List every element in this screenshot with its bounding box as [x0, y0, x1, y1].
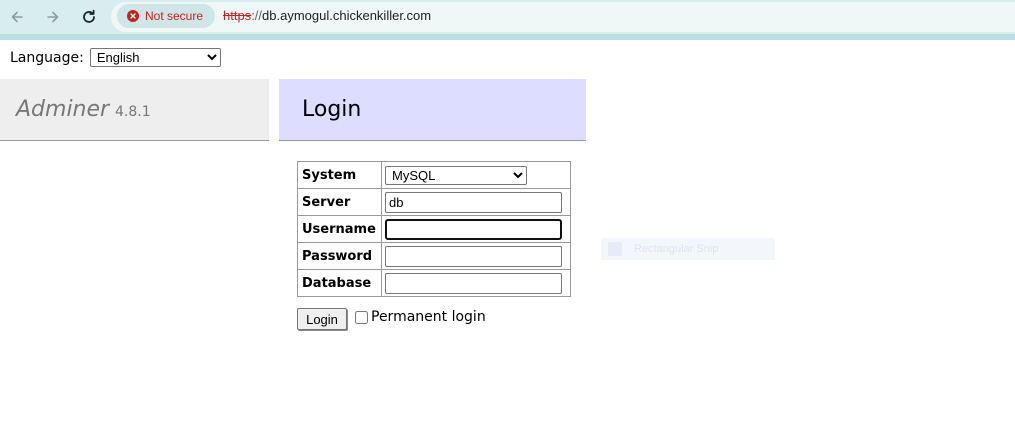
- database-label: Database: [297, 269, 382, 297]
- page-header: Login: [279, 79, 586, 141]
- login-button[interactable]: Login: [297, 308, 347, 330]
- url-scheme: https: [223, 8, 252, 23]
- reload-icon: [83, 9, 95, 23]
- url-text[interactable]: https://db.aymogul.chickenkiller.com: [223, 8, 431, 23]
- toolbar-divider: [0, 34, 1015, 40]
- password-label: Password: [297, 242, 382, 270]
- language-row: Language: English: [10, 48, 221, 67]
- username-label: Username: [297, 215, 382, 243]
- page-title: Login: [302, 97, 362, 122]
- table-row: Password: [297, 242, 571, 270]
- table-row: Database: [297, 269, 571, 297]
- server-input[interactable]: [385, 191, 562, 213]
- permanent-login-option[interactable]: Permanent login: [355, 309, 486, 325]
- language-label: Language:: [10, 49, 84, 66]
- forward-button[interactable]: [41, 5, 65, 29]
- login-form-table: System MySQL Server Username Password Da…: [297, 161, 571, 297]
- snip-tooltip-text: Rectangular Snip: [634, 243, 719, 255]
- url-separator: ://: [251, 8, 263, 23]
- database-cell: [381, 269, 571, 297]
- system-cell: MySQL: [381, 161, 571, 189]
- app-name[interactable]: Adminer: [16, 97, 109, 122]
- username-cell: [381, 215, 571, 243]
- app-version[interactable]: 4.8.1: [115, 104, 151, 120]
- permanent-login-label[interactable]: Permanent login: [371, 309, 486, 325]
- arrow-left-icon: [11, 11, 23, 23]
- password-cell: [381, 242, 571, 270]
- arrow-right-icon: [47, 11, 59, 23]
- table-row: Server: [297, 188, 571, 216]
- table-row: System MySQL: [297, 161, 571, 189]
- system-select[interactable]: MySQL: [385, 165, 527, 185]
- adminer-logo-panel: Adminer 4.8.1: [0, 79, 269, 141]
- warning-icon: [127, 10, 139, 22]
- language-select[interactable]: English: [89, 48, 221, 67]
- back-button[interactable]: [5, 5, 29, 29]
- system-label: System: [297, 161, 382, 189]
- username-input[interactable]: [385, 218, 562, 240]
- table-row: Username: [297, 215, 571, 243]
- database-input[interactable]: [385, 272, 562, 294]
- security-chip[interactable]: Not secure: [117, 4, 215, 28]
- url-host: db.aymogul.chickenkiller.com: [262, 8, 432, 23]
- password-input[interactable]: [385, 245, 562, 267]
- security-label: Not secure: [145, 9, 204, 23]
- snip-icon: [608, 242, 622, 256]
- permanent-login-checkbox[interactable]: [355, 310, 368, 324]
- server-cell: [381, 188, 571, 216]
- server-label: Server: [297, 188, 382, 216]
- reload-button[interactable]: [77, 5, 101, 29]
- snip-tooltip: Rectangular Snip: [601, 238, 775, 260]
